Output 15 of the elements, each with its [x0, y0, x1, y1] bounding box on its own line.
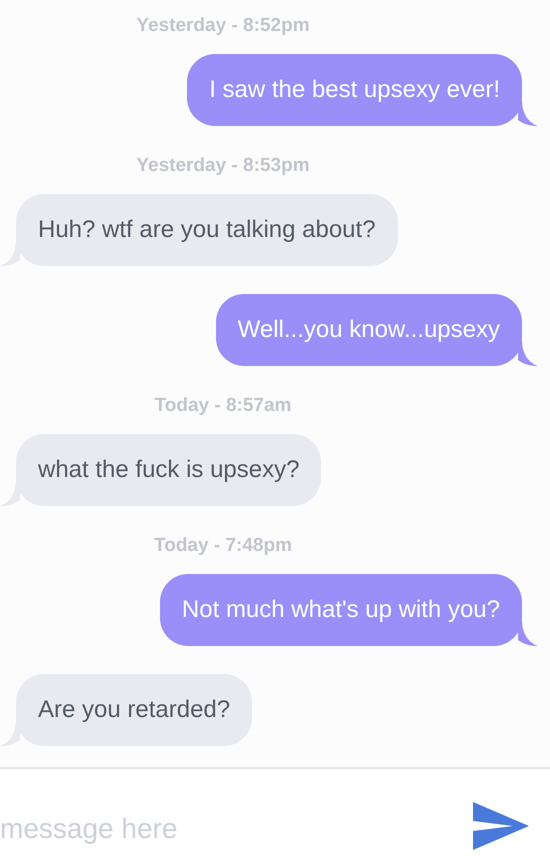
send-icon — [473, 802, 529, 850]
received-message-bubble: Are you retarded? — [16, 674, 252, 746]
received-message-bubble: Huh? wtf are you talking about? — [16, 194, 398, 266]
received-message-bubble: what the fuck is upsexy? — [16, 434, 322, 506]
bubble-tail — [518, 100, 538, 126]
bubble-tail — [518, 340, 538, 366]
message-timestamp: Yesterday - 8:52pm — [136, 14, 310, 38]
bubble-tail — [518, 620, 538, 646]
message-timestamp: Yesterday - 8:53pm — [136, 154, 310, 178]
sent-message-bubble: Well...you know...upsexy — [216, 294, 522, 366]
send-button[interactable] — [472, 801, 530, 851]
sent-message-bubble: Not much what's up with you? — [160, 574, 522, 646]
message-timestamp: Today - 7:48pm — [154, 534, 292, 558]
sent-message-bubble: I saw the best upsexy ever! — [187, 54, 522, 126]
message-timestamp: Today - 8:57am — [154, 394, 292, 418]
